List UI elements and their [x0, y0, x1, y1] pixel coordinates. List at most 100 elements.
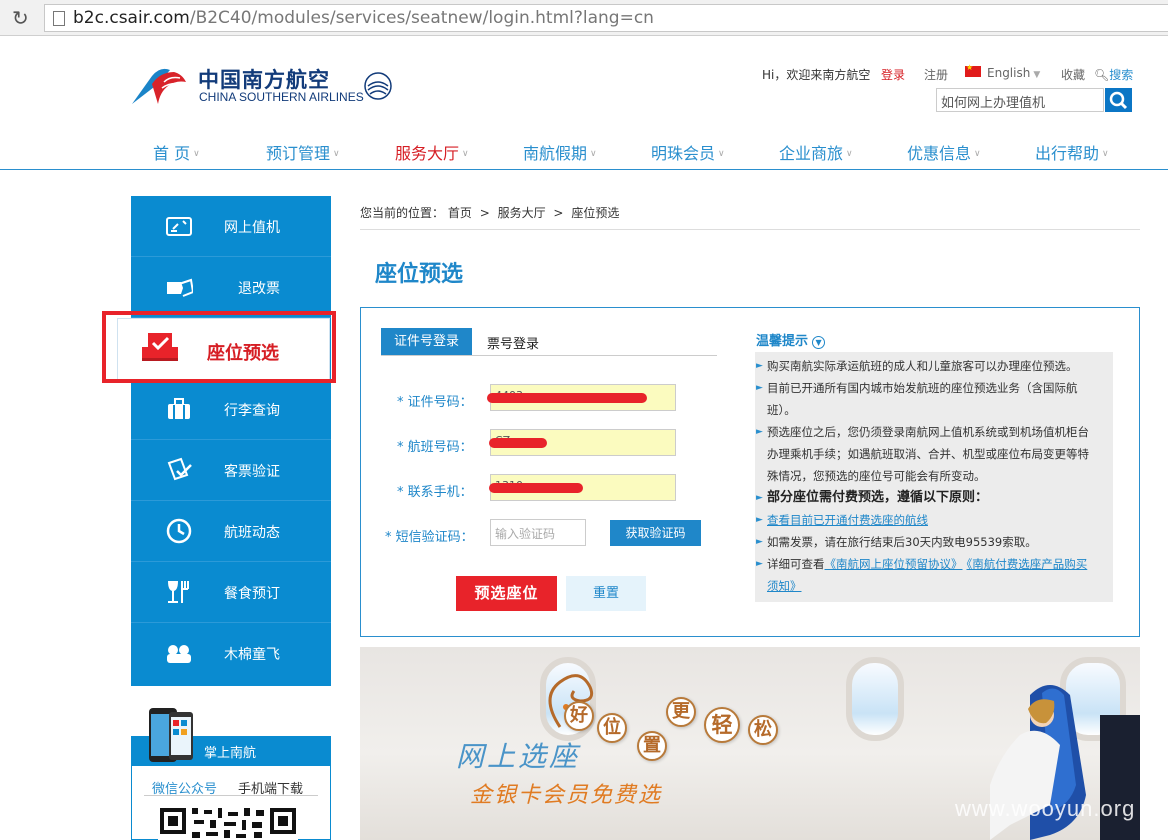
annotation-highlight-box	[102, 311, 336, 383]
tip-line: ► 购买南航实际承运航班的成人和儿童旅客可以办理座位预选。	[756, 355, 1111, 377]
sidebar-item-ticket-verify[interactable]: 客票验证	[131, 440, 331, 501]
page-icon	[53, 11, 65, 26]
arrow-icon: ►	[756, 361, 763, 371]
mobile-app-title: 掌上南航	[204, 746, 257, 761]
nav-home[interactable]: 首 页 ∨	[153, 140, 200, 164]
arrow-icon: ►	[756, 427, 763, 437]
browser-toolbar: ↻ b2c.csair.com/B2C40/modules/services/s…	[0, 0, 1168, 36]
address-bar[interactable]: b2c.csair.com/B2C40/modules/services/sea…	[44, 4, 1168, 32]
tip-line: ► 查看目前已开通付费选座的航线	[756, 509, 1111, 531]
mobile-app-body: 微信公众号 手机端下载	[131, 766, 331, 840]
china-southern-logo-icon[interactable]	[130, 62, 190, 106]
breadcrumb-divider	[360, 229, 1140, 230]
tips-box: ► 购买南航实际承运航班的成人和儿童旅客可以办理座位预选。 ► 目前已开通所有国内城…	[755, 352, 1113, 602]
url-text: b2c.csair.com/B2C40/modules/services/sea…	[73, 8, 654, 28]
seat-agreement-link[interactable]: 《南航网上座位预留协议》	[825, 557, 963, 571]
banner-char: 轻	[704, 707, 740, 743]
sms-code-label: * 短信验证码：	[385, 530, 474, 545]
qr-code-icon	[158, 806, 298, 840]
sidebar-item-refund[interactable]: 退改票	[131, 257, 331, 318]
seat-selection-panel: 证件号登录 票号登录 * 证件号码： 4403 * 航班号码： CZ * 联系手…	[360, 307, 1140, 637]
search-link[interactable]: 🔍︎搜索	[1094, 66, 1133, 83]
ticket-change-icon	[167, 278, 193, 297]
breadcrumb-home[interactable]: 首页	[448, 206, 472, 220]
arrow-icon: ►	[756, 559, 763, 569]
nav-divider	[0, 169, 1168, 170]
redaction-mark	[487, 393, 647, 403]
watermark-text: www.wooyun.org	[955, 796, 1136, 821]
nav-corporate[interactable]: 企业商旅 ∨	[779, 140, 853, 164]
tip-line: ► 预选座位之后，您仍须登录南航网上值机系统或到机场值机柜台	[756, 421, 1111, 443]
app-tab-divider	[144, 795, 318, 796]
expand-circle-icon[interactable]: ▼	[812, 336, 826, 349]
reload-icon[interactable]: ↻	[12, 6, 36, 30]
breadcrumb-current: 座位预选	[571, 206, 620, 220]
nav-service-hall[interactable]: 服务大厅 ∨	[395, 140, 469, 164]
clock-icon	[166, 518, 192, 544]
sidebar-item-label: 网上值机	[224, 220, 280, 236]
tip-line: 须知》	[767, 575, 1111, 597]
banner-subline: 金银卡会员免费选	[470, 783, 663, 808]
get-sms-code-button[interactable]: 获取验证码	[610, 520, 701, 546]
tip-line: 办理乘机手续；如遇航班取消、合并、机型或座位布局变更等特	[767, 447, 1089, 461]
china-flag-icon	[965, 63, 981, 77]
mobile-phone-label: * 联系手机：	[397, 485, 473, 500]
redaction-mark	[489, 483, 583, 493]
service-sidebar: 网上值机 退改票 行李查询 客票验证 航班动态 餐食预订 木棉童飞	[131, 196, 331, 686]
sidebar-item-label: 木棉童飞	[224, 647, 280, 663]
paid-seat-routes-link[interactable]: 查看目前已开通付费选座的航线	[767, 513, 928, 527]
sidebar-item-kids[interactable]: 木棉童飞	[131, 623, 331, 684]
nav-holidays[interactable]: 南航假期 ∨	[523, 140, 597, 164]
breadcrumb-service-hall[interactable]: 服务大厅	[498, 206, 546, 220]
tip-line: ► 如需发票，请在旅行结束后30天内致电95539索取。	[756, 531, 1111, 553]
sidebar-item-checkin[interactable]: 网上值机	[131, 196, 331, 257]
page-title: 座位预选	[375, 262, 464, 287]
greeting-text: Hi，欢迎来南方航空	[762, 68, 871, 82]
meal-icon	[168, 581, 189, 603]
logo-english-name[interactable]: CHINA SOUTHERN AIRLINES	[199, 90, 364, 104]
banner-char: 置	[637, 731, 667, 761]
mobile-app-box: 掌上南航 微信公众号 手机端下载	[131, 706, 331, 840]
reset-button[interactable]: 重置	[566, 576, 646, 611]
login-link[interactable]: 登录	[881, 66, 905, 83]
tab-id-login[interactable]: 证件号登录	[381, 328, 472, 355]
search-button[interactable]	[1105, 88, 1132, 112]
tab-ticket-login[interactable]: 票号登录	[487, 333, 539, 352]
favorite-link[interactable]: 收藏	[1061, 66, 1085, 83]
tips-title[interactable]: 温馨提示 ▼	[756, 330, 826, 349]
redaction-mark	[489, 438, 547, 448]
banner-char: 更	[666, 697, 696, 727]
language-selector[interactable]: English ▼	[987, 66, 1040, 80]
sidebar-item-meal[interactable]: 餐食预订	[131, 562, 331, 623]
tip-line: ► 详细可查看《南航网上座位预留协议》 《南航付费选座产品购买	[756, 553, 1111, 575]
id-number-label: * 证件号码：	[397, 395, 473, 410]
banner-char: 好	[564, 701, 594, 731]
sidebar-item-label: 航班动态	[224, 525, 280, 541]
tip-line: 殊情况，您预选的座位号可能会有所变动。	[767, 469, 986, 483]
tip-line: ► 目前已开通所有国内城市始发航班的座位预选业务（含国际航	[756, 377, 1111, 399]
sidebar-item-label: 退改票	[238, 281, 280, 297]
paid-seat-notice-link[interactable]: 《南航付费选座产品购买	[967, 557, 1088, 571]
breadcrumb-separator: >	[479, 206, 490, 220]
nav-promotions[interactable]: 优惠信息 ∨	[907, 140, 981, 164]
register-link[interactable]: 注册	[924, 66, 948, 83]
banner-char: 松	[748, 715, 778, 745]
tip-line: 班）。	[767, 403, 796, 417]
arrow-icon: ►	[756, 383, 763, 393]
checkin-icon	[166, 217, 192, 236]
sidebar-item-luggage[interactable]: 行李查询	[131, 379, 331, 440]
nav-booking[interactable]: 预订管理 ∨	[266, 140, 340, 164]
banner-headline: 网上选座	[456, 740, 581, 773]
preselect-seat-button[interactable]: 预选座位	[456, 576, 557, 611]
phone-icon	[149, 708, 193, 762]
sidebar-item-flight-status[interactable]: 航班动态	[131, 501, 331, 562]
breadcrumb: 您当前的位置： 首页 > 服务大厅 > 座位预选	[360, 204, 619, 221]
sms-code-input[interactable]: 输入验证码	[490, 519, 586, 546]
nav-membership[interactable]: 明珠会员 ∨	[651, 140, 725, 164]
breadcrumb-separator: >	[553, 206, 564, 220]
flight-number-label: * 航班号码：	[397, 440, 473, 455]
nav-help[interactable]: 出行帮助 ∨	[1035, 140, 1109, 164]
skyteam-logo-icon	[364, 72, 392, 100]
site-search-input[interactable]: 如何网上办理值机	[936, 88, 1104, 112]
paid-seat-notice-link[interactable]: 须知》	[767, 579, 802, 593]
